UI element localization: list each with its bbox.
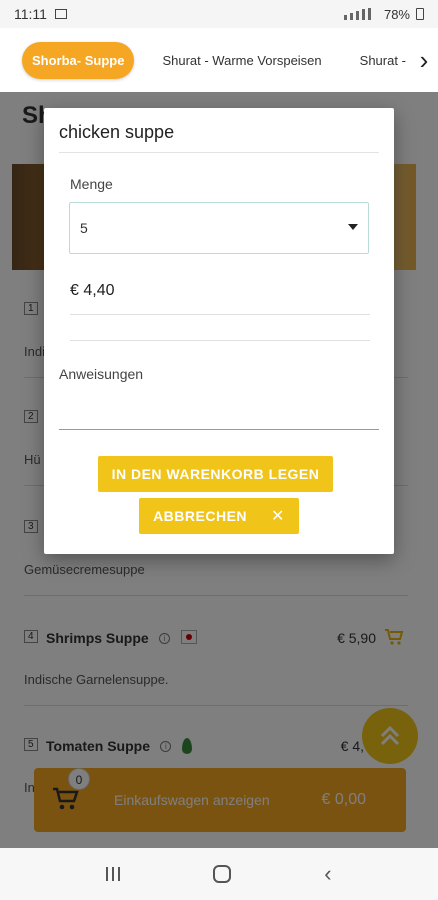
item-price: € 4,40 [70,282,115,299]
instructions-input[interactable] [59,388,379,430]
close-icon: ✕ [271,508,285,525]
recents-icon[interactable] [106,867,121,881]
category-tabs: Shorba- Suppe Shurat - Warme Vorspeisen … [0,28,438,92]
gallery-notification-icon [54,9,67,19]
back-icon[interactable]: ‹ [324,861,331,887]
wifi-signal-icon [343,8,378,20]
battery-percent: 78% [383,6,410,22]
add-to-cart-button[interactable]: IN DEN WARENKORB LEGEN [98,456,333,492]
status-bar: 11:11 78% [0,0,438,28]
home-icon[interactable] [213,865,232,883]
divider [70,340,370,341]
dropdown-caret-icon [348,224,358,230]
quantity-label: Menge [70,176,113,192]
cancel-button[interactable]: ABBRECHEN ✕ [139,498,299,534]
add-to-cart-dialog: chicken suppe Menge 5 € 4,40 Anweisungen… [44,108,394,554]
cancel-label: ABBRECHEN [153,508,248,524]
quantity-select[interactable]: 5 [69,202,369,254]
divider [70,314,370,315]
system-navigation-bar: ‹ [0,848,438,900]
dialog-title: chicken suppe [59,122,175,142]
quantity-value: 5 [80,220,88,236]
instructions-label: Anweisungen [59,366,144,382]
status-right: 78% [343,6,424,22]
tab-shurat-warme-vorspeisen[interactable]: Shurat - Warme Vorspeisen [152,42,331,79]
tab-shorba-suppe[interactable]: Shorba- Suppe [22,41,135,79]
battery-icon [416,8,424,20]
divider [59,152,379,153]
chevron-right-icon[interactable]: › [410,40,438,80]
status-time: 11:11 [14,6,47,22]
